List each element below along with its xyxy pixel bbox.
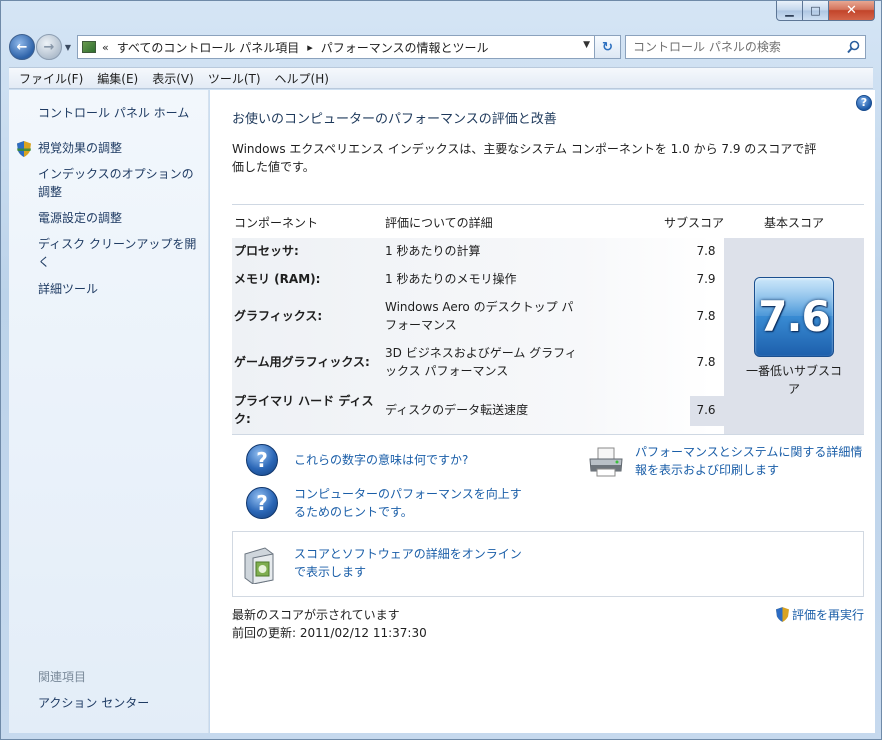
menu-help[interactable]: ヘルプ(H) [268, 70, 336, 87]
rerun-assessment-label: 評価を再実行 [791, 608, 864, 622]
sidebar: コントロール パネル ホーム 視覚効果の調整 インデックスのオプションの調整 電… [9, 90, 209, 733]
search-input[interactable] [633, 40, 833, 54]
close-button[interactable]: ✕ [829, 1, 875, 21]
base-score-value: 7.6 [758, 292, 830, 341]
header-detail: 評価についての詳細 [385, 216, 493, 230]
window-frame: ▁ □ ✕ ← → ▼ « すべてのコントロール パネル項目 ▸ パフォーマンス… [0, 0, 882, 740]
subscore-processor: 7.8 [696, 244, 716, 258]
arrow-right-icon: → [43, 39, 55, 55]
component-memory: メモリ (RAM): [234, 272, 321, 286]
component-graphics: グラフィックス: [234, 309, 323, 323]
printer-icon [589, 447, 623, 477]
refresh-button[interactable]: ↻ [595, 35, 621, 59]
breadcrumb-overflow[interactable]: « [102, 41, 109, 54]
menu-tools[interactable]: ツール(T) [201, 70, 268, 87]
uac-shield-icon [17, 141, 31, 157]
back-button[interactable]: ← [9, 34, 35, 60]
navigation-bar: ← → ▼ « すべてのコントロール パネル項目 ▸ パフォーマンスの情報とツー… [9, 31, 873, 63]
caption-buttons: ▁ □ ✕ [776, 1, 875, 21]
table-divider [232, 204, 864, 205]
header-subscore: サブスコア [664, 216, 725, 230]
breadcrumb-performance[interactable]: パフォーマンスの情報とツール [321, 39, 489, 56]
detail-graphics: Windows Aero のデスクトップ パフォーマンス [385, 300, 574, 332]
control-panel-icon [82, 41, 96, 53]
question-icon: ? [246, 444, 278, 476]
component-processor: プロセッサ: [234, 244, 299, 258]
status-block: 最新のスコアが示されています 前回の更新: 2011/02/12 11:37:3… [232, 606, 427, 642]
table-body: プロセッサ: 1 秒あたりの計算 7.8 メモリ (RAM): 1 秒あたりのメ… [232, 238, 864, 434]
menu-edit[interactable]: 編集(E) [90, 70, 145, 87]
component-hard-disk: プライマリ ハード ディスク: [234, 394, 374, 426]
search-box [625, 35, 866, 59]
last-update-text: 前回の更新: 2011/02/12 11:37:30 [232, 626, 427, 640]
sidebar-item-disk-cleanup[interactable]: ディスク クリーンアップを開く [38, 235, 206, 271]
address-dropdown-icon[interactable]: ▼ [583, 40, 590, 50]
subscore-graphics: 7.8 [696, 309, 716, 323]
page-title: お使いのコンピューターのパフォーマンスの評価と改善 [232, 112, 557, 127]
menu-file[interactable]: ファイル(F) [12, 70, 90, 87]
breadcrumb-separator[interactable]: ▸ [307, 41, 313, 54]
software-box-icon [244, 547, 274, 584]
sidebar-item-action-center[interactable]: アクション センター [38, 694, 203, 712]
header-component: コンポーネント [234, 216, 319, 230]
recent-pages-button[interactable]: ▼ [62, 43, 74, 52]
header-base-score: 基本スコア [764, 216, 825, 230]
tips-link[interactable]: コンピューターのパフォーマンスを向上するためのヒントです。 [294, 485, 524, 521]
online-details-box: スコアとソフトウェアの詳細をオンラインで表示します [232, 531, 864, 597]
uac-shield-icon [775, 607, 789, 622]
maximize-button[interactable]: □ [803, 1, 829, 21]
table-divider [232, 434, 864, 435]
sidebar-item-visual-effects[interactable]: 視覚効果の調整 [38, 139, 203, 157]
sidebar-item-power-settings[interactable]: 電源設定の調整 [38, 209, 203, 227]
what-mean-link[interactable]: これらの数字の意味は何ですか? [294, 451, 468, 469]
detail-processor: 1 秒あたりの計算 [385, 244, 481, 258]
base-score-badge: 7.6 [754, 277, 834, 357]
rerun-assessment-button[interactable]: 評価を再実行 [775, 606, 864, 623]
detail-memory: 1 秒あたりのメモリ操作 [385, 272, 517, 286]
subscore-gaming-graphics: 7.8 [696, 355, 716, 369]
print-details-link[interactable]: パフォーマンスとシステムに関する詳細情報を表示および印刷します [635, 443, 870, 479]
arrow-left-icon: ← [16, 39, 28, 55]
forward-button[interactable]: → [36, 34, 62, 60]
sidebar-item-advanced-tools[interactable]: 詳細ツール [38, 280, 203, 298]
main-content: ? お使いのコンピューターのパフォーマンスの評価と改善 Windows エクスペ… [210, 90, 875, 733]
current-score-text: 最新のスコアが示されています [232, 608, 400, 622]
help-icon[interactable]: ? [856, 95, 872, 111]
menu-bar: ファイル(F) 編集(E) 表示(V) ツール(T) ヘルプ(H) [9, 67, 873, 89]
refresh-icon: ↻ [602, 39, 613, 55]
maximize-icon: □ [810, 4, 821, 17]
sidebar-item-indexing-options[interactable]: インデックスのオプションの調整 [38, 165, 203, 201]
address-bar[interactable]: « すべてのコントロール パネル項目 ▸ パフォーマンスの情報とツール ▼ [77, 35, 595, 59]
detail-gaming-graphics: 3D ビジネスおよびゲーム グラフィックス パフォーマンス [385, 346, 577, 378]
sidebar-home-link[interactable]: コントロール パネル ホーム [38, 104, 203, 122]
online-details-link[interactable]: スコアとソフトウェアの詳細をオンラインで表示します [294, 545, 524, 581]
question-icon: ? [246, 487, 278, 519]
intro-text: Windows エクスペリエンス インデックスは、主要なシステム コンポーネント… [232, 142, 817, 174]
subscore-memory: 7.9 [696, 272, 716, 286]
breadcrumb-all-items[interactable]: すべてのコントロール パネル項目 [117, 39, 300, 56]
search-icon[interactable] [847, 40, 860, 54]
component-gaming-graphics: ゲーム用グラフィックス: [234, 355, 370, 369]
subscore-hard-disk: 7.6 [696, 403, 716, 417]
menu-view[interactable]: 表示(V) [145, 70, 201, 87]
minimize-icon: ▁ [785, 4, 794, 17]
related-heading: 関連項目 [38, 670, 87, 684]
detail-hard-disk: ディスクのデータ転送速度 [385, 403, 529, 417]
chevron-down-icon: ▼ [64, 42, 72, 52]
minimize-button[interactable]: ▁ [776, 1, 803, 21]
base-score-caption: 一番低いサブスコア [745, 364, 842, 396]
close-icon: ✕ [846, 3, 857, 18]
